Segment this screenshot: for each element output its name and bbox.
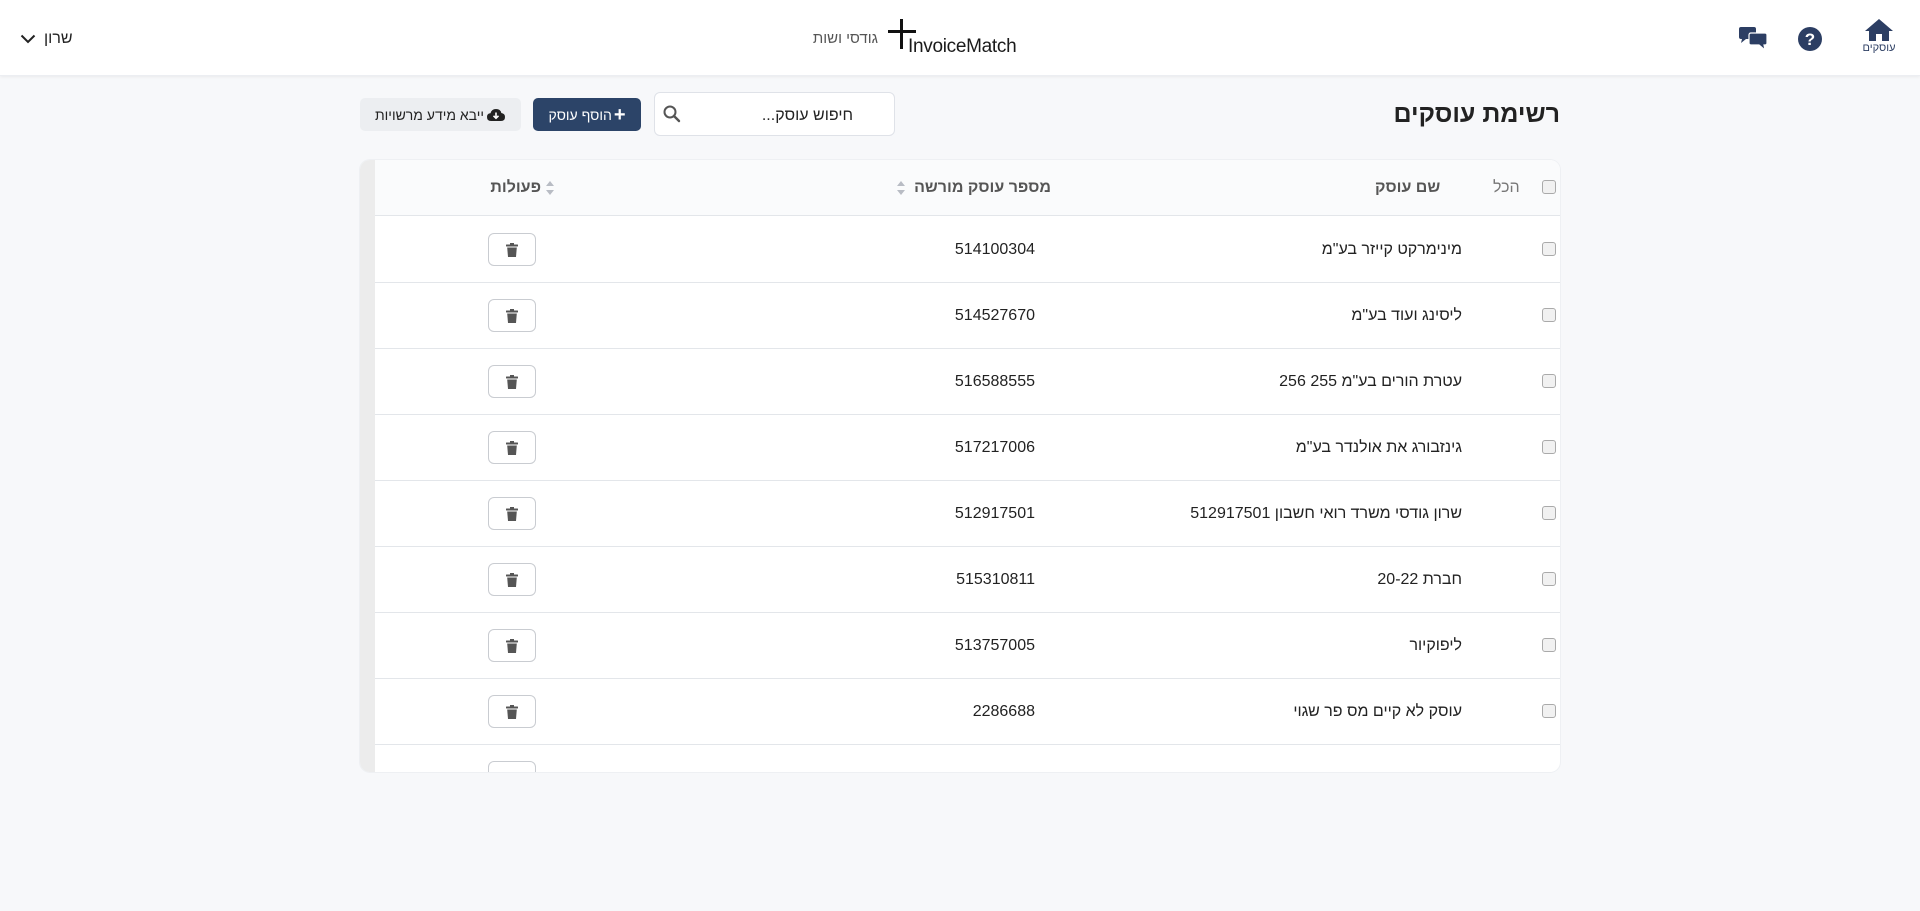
- page-title: רשימת עוסקים: [1393, 100, 1560, 128]
- business-number: 513757005: [954, 637, 1035, 654]
- delete-button[interactable]: [488, 695, 536, 728]
- user-menu[interactable]: שרון: [20, 28, 73, 50]
- table-header: הכל שם עוסק מספר עוסק מורשה פעולות: [375, 160, 1560, 216]
- row-checkbox[interactable]: [1542, 572, 1556, 586]
- logo-wordmark: InvoiceMatch: [908, 36, 1017, 57]
- brand-logo: גודסי ושות InvoiceMatch: [802, 18, 1017, 58]
- top-navigation-bar: עוסקים ? גודסי ושות InvoiceMatch שרון: [0, 0, 1920, 76]
- chat-bubbles-icon: [1739, 27, 1768, 52]
- table-row[interactable]: גינזבורג את אולנדר בע"מ 517217006: [375, 415, 1560, 481]
- business-number: 515310811: [956, 571, 1035, 588]
- sort-icon[interactable]: [896, 180, 906, 196]
- plus-icon: +: [613, 103, 626, 126]
- business-number: 517217006: [954, 439, 1035, 456]
- trash-icon: [506, 638, 518, 653]
- trash-icon: [506, 308, 518, 323]
- table-row[interactable]: ליפוקיור 513757005: [375, 613, 1560, 679]
- company-name: גודסי ושות: [812, 30, 878, 47]
- chevron-down-icon: [20, 34, 36, 44]
- delete-button[interactable]: [488, 497, 536, 530]
- trash-icon: [506, 704, 518, 719]
- trash-icon: [506, 374, 518, 389]
- home-nav-label: עוסקים: [1862, 42, 1896, 54]
- select-all-label: הכל: [1493, 179, 1520, 196]
- search-box: [654, 92, 895, 136]
- delete-button[interactable]: [488, 761, 536, 772]
- row-checkbox[interactable]: [1542, 704, 1556, 718]
- business-number: 516588555: [954, 373, 1035, 390]
- column-header-name[interactable]: שם עוסק: [1375, 179, 1440, 197]
- table-row[interactable]: ליסינג ועוד בע"מ 514527670: [375, 283, 1560, 349]
- business-name: חברת 20-22: [1377, 571, 1462, 588]
- business-number: 514100304: [954, 241, 1035, 258]
- import-label: ייבא מידע מרשויות: [375, 106, 484, 123]
- delete-button[interactable]: [488, 563, 536, 596]
- table-scrollbar[interactable]: [360, 160, 375, 772]
- cloud-download-icon: [487, 108, 505, 121]
- column-header-number[interactable]: מספר עוסק מורשה: [735, 179, 1051, 197]
- row-checkbox[interactable]: [1542, 638, 1556, 652]
- business-name: שרון גודסי משרד רואי חשבון 512917501: [1190, 505, 1462, 522]
- row-checkbox[interactable]: [1542, 242, 1556, 256]
- user-name: שרון: [44, 30, 73, 47]
- row-checkbox[interactable]: [1542, 440, 1556, 454]
- table-row[interactable]: עוסק לא קיים מס פר שגוי 2286688: [375, 679, 1560, 745]
- trash-icon: [506, 242, 518, 257]
- svg-text:?: ?: [1805, 30, 1815, 49]
- business-name: גינזבורג את אולנדר בע"מ: [1295, 439, 1462, 456]
- table-row[interactable]: שרון גודסי משרד רואי חשבון 512917501 5129…: [375, 481, 1560, 547]
- chat-button[interactable]: [1737, 26, 1769, 52]
- add-business-label: הוסף עוסק: [548, 106, 612, 123]
- business-name: עוסק לא קיים מס פר שגוי: [1293, 703, 1462, 720]
- business-number: 514527670: [954, 307, 1035, 324]
- table-row[interactable]: מינימרקט קייזר בע"מ 514100304: [375, 217, 1560, 283]
- business-name: ליסינג ועוד בע"מ: [1351, 307, 1462, 324]
- table-row[interactable]: חברת 20-22 515310811: [375, 547, 1560, 613]
- business-number: 2286688: [972, 703, 1035, 720]
- delete-button[interactable]: [488, 365, 536, 398]
- search-input[interactable]: [655, 93, 863, 135]
- business-number: 512917501: [954, 505, 1035, 522]
- help-circle-icon: ?: [1798, 27, 1822, 51]
- row-checkbox[interactable]: [1542, 308, 1556, 322]
- import-from-authorities-button[interactable]: ייבא מידע מרשויות: [360, 98, 521, 131]
- sort-icon[interactable]: [545, 180, 555, 196]
- trash-icon: [506, 506, 518, 521]
- add-business-button[interactable]: הוסף עוסק +: [533, 98, 641, 131]
- home-nav-button[interactable]: עוסקים: [1858, 18, 1900, 60]
- delete-button[interactable]: [488, 233, 536, 266]
- business-name: ליפוקיור: [1409, 637, 1462, 654]
- search-icon: [663, 105, 681, 123]
- trash-icon: [506, 440, 518, 455]
- delete-button[interactable]: [488, 431, 536, 464]
- delete-button[interactable]: [488, 299, 536, 332]
- table-row[interactable]: עטרת הורים בע"מ 255 256 516588555: [375, 349, 1560, 415]
- row-checkbox[interactable]: [1542, 506, 1556, 520]
- business-name: מינימרקט קייזר בע"מ: [1321, 241, 1462, 258]
- table-row[interactable]: [375, 745, 1560, 772]
- home-icon: [1865, 19, 1893, 41]
- business-name: עטרת הורים בע"מ 255 256: [1279, 373, 1462, 390]
- business-table: הכל שם עוסק מספר עוסק מורשה פעולות מינימ…: [360, 160, 1560, 772]
- delete-button[interactable]: [488, 629, 536, 662]
- trash-icon: [506, 572, 518, 587]
- help-button[interactable]: ?: [1797, 26, 1823, 52]
- column-header-actions: פעולות: [490, 179, 541, 196]
- row-checkbox[interactable]: [1542, 374, 1556, 388]
- select-all-checkbox[interactable]: [1542, 180, 1556, 194]
